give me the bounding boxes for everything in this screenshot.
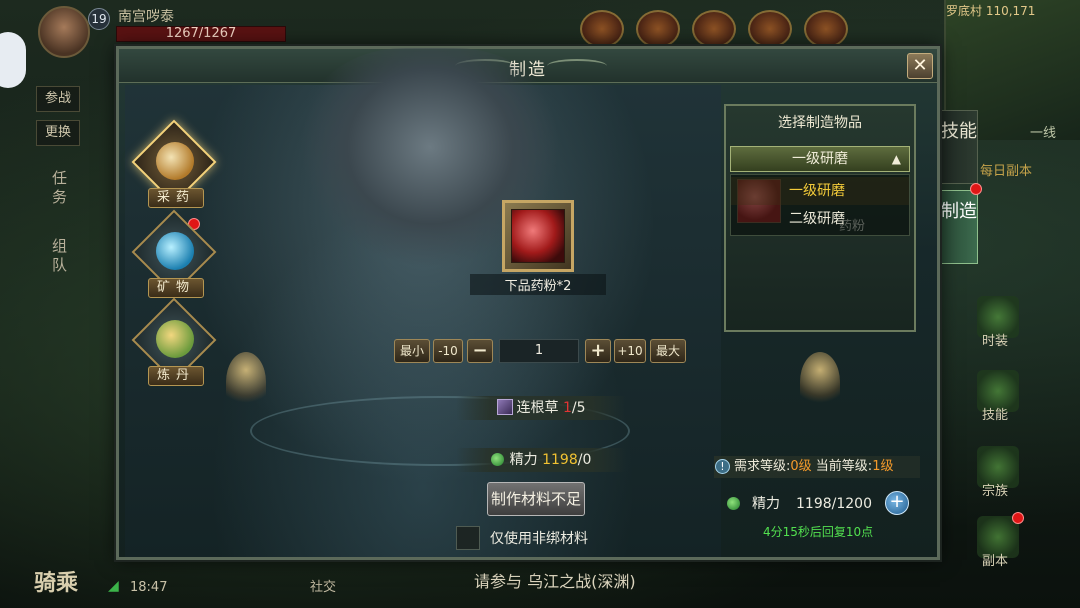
- tier-option-1[interactable]: 一级研磨: [731, 177, 909, 205]
- material-have: 1: [562, 400, 572, 416]
- join-battle-button[interactable]: 参战: [36, 86, 80, 112]
- info-icon: !: [715, 459, 730, 474]
- tier-list: 一级研磨 二级研磨 药粉: [730, 174, 910, 236]
- product-name: 下品药粉*2: [470, 274, 606, 295]
- energy-icon: [490, 453, 504, 466]
- nonbind-checkbox[interactable]: [456, 526, 480, 550]
- energy-panel: 精力 1198/1200: [724, 490, 908, 518]
- activity-icon[interactable]: [580, 10, 624, 48]
- elixir-box-icon: [156, 320, 194, 358]
- hp-bar: 1267/1267: [116, 26, 286, 42]
- player-avatar[interactable]: [38, 6, 90, 58]
- chevron-up-icon: ▲: [891, 152, 901, 166]
- tab-make[interactable]: 制造: [940, 190, 978, 264]
- clan-label[interactable]: 宗族: [982, 480, 1008, 499]
- energy-cost-value: /0: [577, 452, 592, 468]
- social-button[interactable]: 社交: [310, 576, 336, 595]
- category-alchemy-tab[interactable]: 炼丹: [131, 297, 217, 388]
- cur-label: 当前等级:: [811, 459, 873, 474]
- req-value: 0级: [790, 459, 812, 474]
- top-activity-icons: [580, 10, 848, 48]
- add-energy-button[interactable]: +: [885, 491, 909, 515]
- plus-ten-button[interactable]: +10: [614, 339, 646, 363]
- energy-icon: [727, 497, 740, 510]
- dungeon-label[interactable]: 副本: [982, 550, 1008, 569]
- dropdown-value: 一级研磨: [792, 151, 848, 167]
- energy-current: 1198: [542, 452, 578, 468]
- swap-button[interactable]: 更换: [36, 120, 80, 146]
- clock: 18:47: [130, 580, 168, 595]
- quantity-input[interactable]: 1: [499, 339, 579, 363]
- req-label: 需求等级:: [734, 459, 791, 474]
- energy-recover-text: 4分15秒后回复10点: [763, 525, 874, 539]
- player-name: 南宫哕泰: [118, 9, 174, 25]
- activity-icon[interactable]: [692, 10, 736, 48]
- category-label: 采药: [148, 188, 204, 208]
- plus-button[interactable]: +: [585, 339, 611, 363]
- energy-value: 1198/1200: [796, 496, 872, 512]
- tier-dropdown[interactable]: 一级研磨 ▲: [730, 146, 910, 172]
- crystal-icon: [156, 232, 194, 270]
- hp-text: 1267/1267: [165, 26, 237, 41]
- max-quantity-button[interactable]: 最大: [650, 339, 686, 363]
- activity-icon[interactable]: [748, 10, 792, 48]
- minus-button[interactable]: −: [467, 339, 493, 363]
- fashion-label[interactable]: 时装: [982, 330, 1008, 349]
- mount-button[interactable]: 骑乘: [34, 565, 78, 597]
- wifi-icon: ◢: [108, 578, 119, 594]
- product-slot[interactable]: [502, 200, 574, 272]
- chat-message[interactable]: 请参与 乌江之战(深渊): [474, 568, 636, 592]
- activity-icon[interactable]: [804, 10, 848, 48]
- herb-material-icon: [496, 399, 513, 415]
- category-label: 炼丹: [148, 366, 204, 386]
- skill-label[interactable]: 技能: [982, 404, 1008, 423]
- item-selection-panel: 选择制造物品 一级研磨 ▲ 一级研磨 二级研磨 药粉: [724, 104, 916, 332]
- tab-skill[interactable]: 技能: [940, 110, 978, 184]
- nonbind-label: 仅使用非绑材料: [490, 531, 588, 547]
- brazier-flame: [226, 352, 266, 412]
- energy-cost: 精力 1198/0: [456, 448, 626, 472]
- tier-option-2[interactable]: 二级研磨: [731, 205, 909, 233]
- herb-gourd-icon: [156, 142, 194, 180]
- cur-value: 1级: [872, 459, 894, 474]
- material-need: /5: [571, 400, 586, 416]
- tab-team[interactable]: 组队: [40, 238, 70, 276]
- daily-dungeon-label[interactable]: 每日副本: [980, 160, 1032, 179]
- material-requirement: 连根草 1/5: [456, 396, 626, 420]
- category-herb-tab[interactable]: 采药: [131, 119, 217, 210]
- notification-dot: [970, 183, 982, 195]
- category-mineral-tab[interactable]: 矿物: [131, 209, 217, 300]
- close-button[interactable]: ✕: [907, 53, 933, 79]
- powder-icon: [511, 209, 565, 263]
- category-label: 矿物: [148, 278, 204, 298]
- app-badge-icon[interactable]: [0, 32, 26, 88]
- brazier-flame: [800, 352, 840, 412]
- material-name: 连根草: [516, 400, 559, 416]
- level-requirement: ! 需求等级:0级 当前等级:1级: [714, 456, 920, 478]
- item-panel-title: 选择制造物品: [778, 115, 862, 131]
- map-name: 罗底村 110,171: [946, 4, 1036, 18]
- ghost-text: 药粉: [839, 219, 866, 234]
- server-line[interactable]: 一线: [1030, 122, 1056, 141]
- player-level: 19: [88, 8, 110, 30]
- energy-cost-label: 精力: [509, 452, 538, 468]
- notification-dot: [1012, 512, 1024, 524]
- tab-quests[interactable]: 任务: [40, 170, 70, 208]
- minus-ten-button[interactable]: -10: [433, 339, 463, 363]
- craft-button[interactable]: 制作材料不足: [487, 482, 585, 516]
- energy-label: 精力: [752, 496, 780, 512]
- min-quantity-button[interactable]: 最小: [394, 339, 430, 363]
- activity-icon[interactable]: [636, 10, 680, 48]
